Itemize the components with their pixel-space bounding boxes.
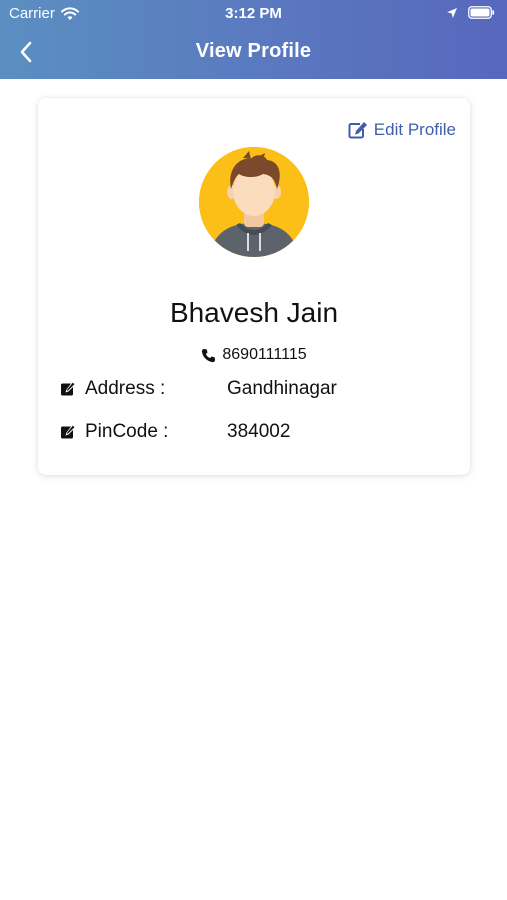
edit-profile-button[interactable]: Edit Profile [348,120,456,140]
status-time: 3:12 PM [225,5,282,22]
pincode-row: PinCode : 384002 [60,421,290,443]
phone-number: 8690111115 [222,346,307,363]
pincode-value: 384002 [227,421,291,442]
edit-square-icon [60,423,78,441]
pincode-label: PinCode : [85,421,169,442]
edit-icon [348,122,367,139]
navigation-bar: View Profile [0,28,507,79]
profile-name: Bhavesh Jain [169,297,339,328]
address-label: Address : [85,378,166,399]
phone-row: 8690111115 [38,346,470,364]
location-arrow-icon [447,7,457,18]
edit-profile-label: Edit Profile [373,120,456,139]
edit-square-icon [60,380,78,398]
page-title: View Profile [195,40,312,62]
status-right [446,6,495,19]
user-avatar-icon [199,147,309,257]
status-bar: Carrier 3:12 PM [0,0,507,28]
header-bar: Carrier 3:12 PM View Profile [0,0,507,79]
avatar [199,147,309,257]
address-value: Gandhinagar [227,378,337,399]
profile-card: Edit Profile Bhavesh Jain 8690111115 Add… [38,98,470,475]
battery-icon [468,6,495,19]
phone-icon [202,348,216,362]
address-row: Address : Gandhinagar [60,378,337,400]
